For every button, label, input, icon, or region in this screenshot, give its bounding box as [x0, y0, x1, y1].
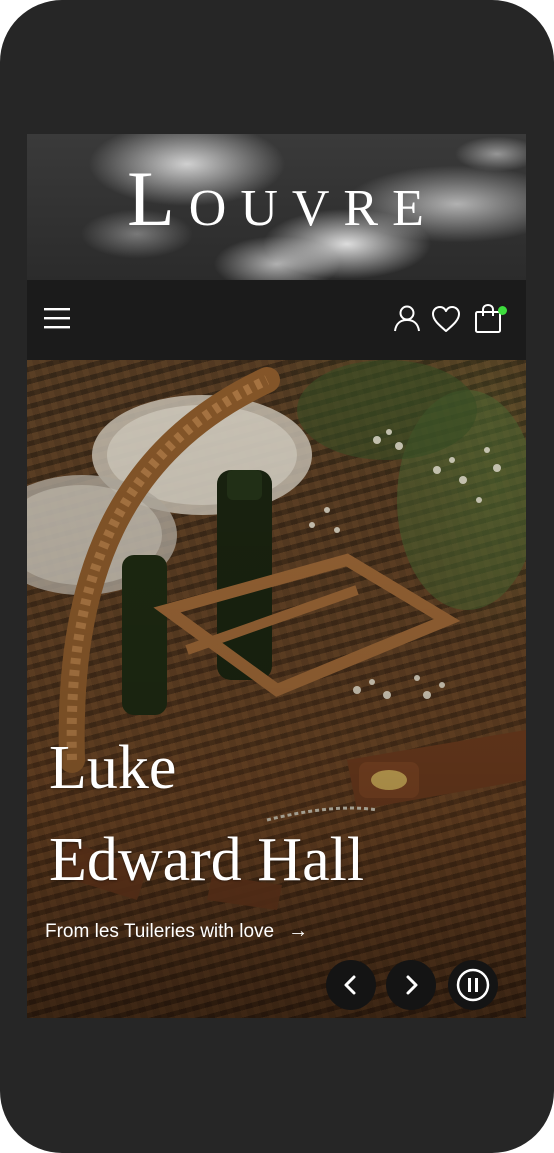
logo-initial: L — [127, 155, 189, 242]
chevron-right-icon — [406, 975, 418, 995]
hero-title-line-2: Edward Hall — [49, 826, 365, 894]
arrow-right-icon: → — [288, 920, 309, 942]
pause-icon — [456, 968, 490, 1002]
chevron-left-icon — [344, 975, 356, 995]
heart-icon[interactable] — [431, 305, 461, 333]
hero-title: Luke Edward Hall — [49, 722, 364, 906]
menu-icon[interactable] — [44, 306, 70, 330]
screen: LOUVRE Luke Edward Hall From les Tuileri… — [27, 134, 526, 1018]
hero-cta-label: From les Tuileries with love — [45, 921, 275, 942]
logo-wordmark: OUVRE — [188, 180, 438, 237]
hero-cta-link[interactable]: From les Tuileries with love → — [45, 920, 308, 943]
carousel-pause-button[interactable] — [448, 960, 498, 1010]
hero-carousel: Luke Edward Hall From les Tuileries with… — [27, 360, 526, 1018]
top-navbar — [27, 280, 526, 360]
hero-title-line-1: Luke — [49, 734, 177, 802]
carousel-prev-button[interactable] — [326, 960, 376, 1010]
brand-banner: LOUVRE — [27, 134, 526, 280]
carousel-next-button[interactable] — [386, 960, 436, 1010]
cart-indicator-dot — [498, 306, 507, 315]
brand-logo[interactable]: LOUVRE — [27, 154, 526, 254]
device-frame: LOUVRE Luke Edward Hall From les Tuileri… — [0, 0, 554, 1153]
account-icon[interactable] — [393, 304, 421, 332]
